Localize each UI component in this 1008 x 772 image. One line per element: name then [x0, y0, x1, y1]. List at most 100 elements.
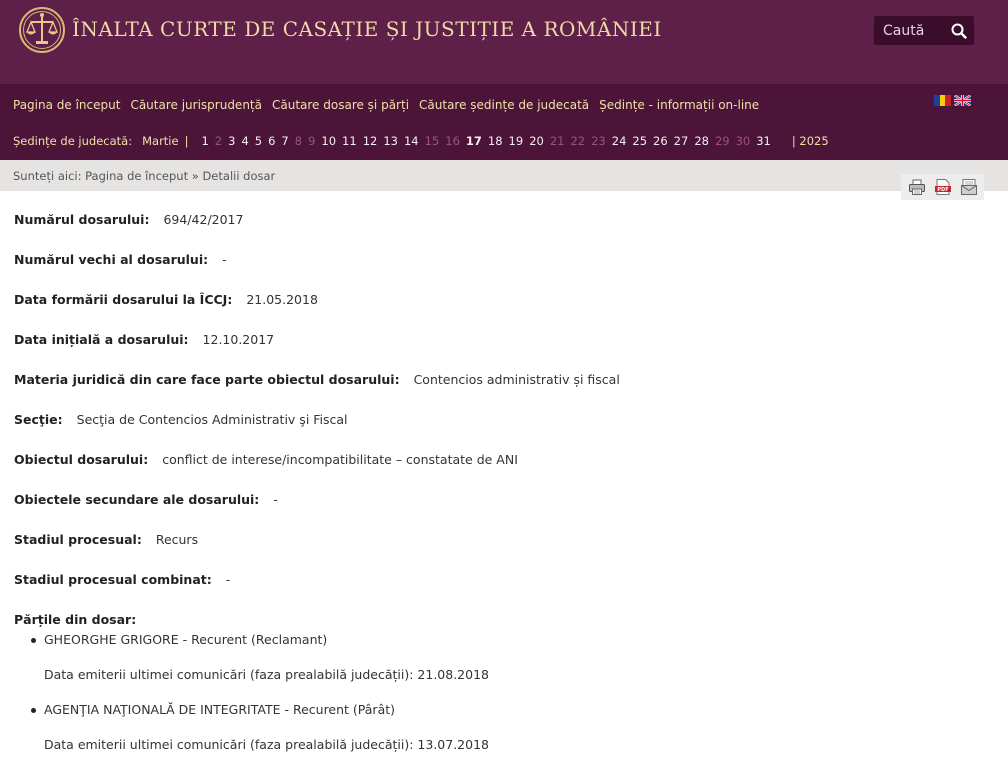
breadcrumb-home-link[interactable]: Pagina de început — [85, 169, 188, 183]
case-field-value: Recurs — [155, 532, 199, 547]
case-field-row: Data formării dosarului la ÎCCJ: 21.05.20… — [14, 292, 984, 332]
case-field-value: - — [273, 492, 278, 507]
party-communication-date: Data emiterii ultimei comunicări (faza p… — [44, 737, 489, 752]
session-day-15: 15 — [424, 134, 440, 148]
session-day-19[interactable]: 19 — [506, 134, 527, 148]
case-field-label: Secţie: — [14, 412, 63, 427]
session-day-17[interactable]: 17 — [463, 134, 485, 148]
email-icon[interactable] — [960, 178, 978, 196]
print-icon[interactable] — [908, 178, 926, 196]
session-day-22: 22 — [570, 134, 586, 148]
parties-list: GHEORGHE GRIGORE - Recurent (Reclamant) D… — [14, 632, 984, 772]
sessions-days: 1 2 3 4 5 6 7 8 9 10 11 12 13 14 15 16 17 18 19 20 21 22 23 24 2… — [198, 134, 773, 148]
flag-romania-icon[interactable] — [934, 95, 951, 106]
session-day-21: 21 — [549, 134, 565, 148]
nav-links: Pagina de început Căutare jurisprudență … — [13, 98, 759, 112]
nav-link-online-sessions[interactable]: Ședințe - informații on-line — [599, 98, 759, 112]
case-field-label: Obiectul dosarului: — [14, 452, 149, 467]
session-day-6[interactable]: 6 — [265, 134, 278, 148]
case-field-value: 12.10.2017 — [202, 332, 275, 347]
session-day-1[interactable]: 1 — [198, 134, 211, 148]
case-field-row: Numărul vechi al dosarului: - — [14, 252, 984, 292]
session-day-31[interactable]: 31 — [753, 134, 774, 148]
breadcrumb-divider: » — [191, 169, 199, 183]
party-name: AGENŢIA NAŢIONALĂ DE INTEGRITATE - Recur… — [44, 702, 396, 717]
case-field-value: conflict de interese/incompatibilitate –… — [162, 452, 518, 467]
session-day-7[interactable]: 7 — [278, 134, 291, 148]
breadcrumb-bar: Sunteți aici: Pagina de început » Detali… — [0, 160, 1008, 191]
case-field-value: - — [222, 252, 227, 267]
search-button[interactable] — [944, 16, 974, 45]
nav-link-home[interactable]: Pagina de început — [13, 98, 120, 112]
breadcrumb-prefix: Sunteți aici: — [13, 169, 82, 183]
session-day-13[interactable]: 13 — [380, 134, 401, 148]
case-field-row: Materia juridică din care face parte obi… — [14, 372, 984, 412]
sessions-separator: | — [184, 134, 189, 148]
session-day-25[interactable]: 25 — [629, 134, 650, 148]
flag-uk-icon[interactable] — [954, 95, 971, 106]
session-day-2: 2 — [214, 134, 223, 148]
case-field-value: Contencios administrativ și fiscal — [413, 372, 620, 387]
session-day-20[interactable]: 20 — [526, 134, 547, 148]
case-field-row: Stadiul procesual: Recurs — [14, 532, 984, 572]
scales-of-justice-icon[interactable] — [18, 6, 66, 54]
pdf-icon[interactable]: PDF — [934, 178, 952, 196]
search-box — [874, 16, 974, 45]
case-field-value: 694/42/2017 — [163, 212, 244, 227]
case-field-row: Secţie: Secţia de Contencios Administrati… — [14, 412, 984, 452]
breadcrumb: Sunteți aici: Pagina de început » Detali… — [13, 169, 275, 183]
case-field-row: Data inițială a dosarului: 12.10.2017 — [14, 332, 984, 372]
nav-link-session-search[interactable]: Căutare ședințe de judecată — [419, 98, 589, 112]
case-fields: Numărul dosarului: 694/42/2017 Numărul vec… — [14, 212, 984, 612]
session-calendar: Ședințe de judecată: Martie | 1234567891… — [13, 134, 829, 148]
session-day-12[interactable]: 12 — [360, 134, 381, 148]
case-field-label: Data formării dosarului la ÎCCJ: — [14, 292, 233, 307]
session-day-26[interactable]: 26 — [650, 134, 671, 148]
session-day-8: 8 — [294, 134, 303, 148]
page-tools: PDF — [901, 174, 984, 200]
session-day-5[interactable]: 5 — [252, 134, 265, 148]
case-field-label: Materia juridică din care face parte obi… — [14, 372, 400, 387]
session-day-11[interactable]: 11 — [339, 134, 360, 148]
case-field-row: Obiectul dosarului: conflict de interese/… — [14, 452, 984, 492]
nav-link-jurisprudence-search[interactable]: Căutare jurisprudență — [130, 98, 262, 112]
case-field-label: Stadiul procesual combinat: — [14, 572, 212, 587]
session-day-30: 30 — [735, 134, 751, 148]
party-name: GHEORGHE GRIGORE - Recurent (Reclamant) — [44, 632, 328, 647]
party-communication-date: Data emiterii ultimei comunicări (faza p… — [44, 667, 489, 682]
sessions-month: Martie — [142, 134, 179, 148]
session-day-10[interactable]: 10 — [318, 134, 339, 148]
session-day-4[interactable]: 4 — [238, 134, 251, 148]
site-header: ÎNALTA CURTE DE CASAȚIE ȘI JUSTIȚIE A RO… — [0, 0, 1008, 84]
case-field-value: Secţia de Contencios Administrativ şi Fi… — [76, 412, 348, 427]
breadcrumb-current: Detalii dosar — [202, 169, 276, 183]
nav-link-case-search[interactable]: Căutare dosare și părți — [272, 98, 409, 112]
case-field-label: Numărul vechi al dosarului: — [14, 252, 209, 267]
sessions-label: Ședințe de judecată: — [13, 134, 133, 148]
main-navigation: Pagina de început Căutare jurisprudență … — [0, 84, 1008, 160]
session-day-23: 23 — [591, 134, 606, 148]
session-day-18[interactable]: 18 — [485, 134, 506, 148]
case-field-label: Numărul dosarului: — [14, 212, 150, 227]
session-day-27[interactable]: 27 — [671, 134, 692, 148]
session-day-3[interactable]: 3 — [225, 134, 238, 148]
session-day-24[interactable]: 24 — [609, 134, 630, 148]
site-title: ÎNALTA CURTE DE CASAȚIE ȘI JUSTIȚIE A RO… — [72, 17, 662, 41]
case-field-value: 21.05.2018 — [246, 292, 318, 307]
case-field-value: - — [225, 572, 231, 587]
parties-title: Părțile din dosar: — [14, 612, 137, 627]
session-day-9: 9 — [308, 134, 316, 148]
session-day-16: 16 — [445, 134, 460, 148]
case-field-label: Obiectele secundare ale dosarului: — [14, 492, 260, 507]
search-icon — [951, 23, 967, 39]
case-field-row: Obiectele secundare ale dosarului: - — [14, 492, 984, 532]
party-item: GHEORGHE GRIGORE - Recurent (Reclamant) D… — [30, 632, 984, 702]
case-field-row: Stadiul procesual combinat: - — [14, 572, 984, 612]
search-input[interactable] — [874, 16, 940, 45]
session-day-14[interactable]: 14 — [401, 134, 422, 148]
sessions-year[interactable]: | 2025 — [792, 134, 829, 148]
case-details: Numărul dosarului: 694/42/2017 Numărul vec… — [14, 212, 984, 772]
language-selector — [934, 95, 971, 106]
session-day-28[interactable]: 28 — [691, 134, 712, 148]
case-field-label: Data inițială a dosarului: — [14, 332, 189, 347]
